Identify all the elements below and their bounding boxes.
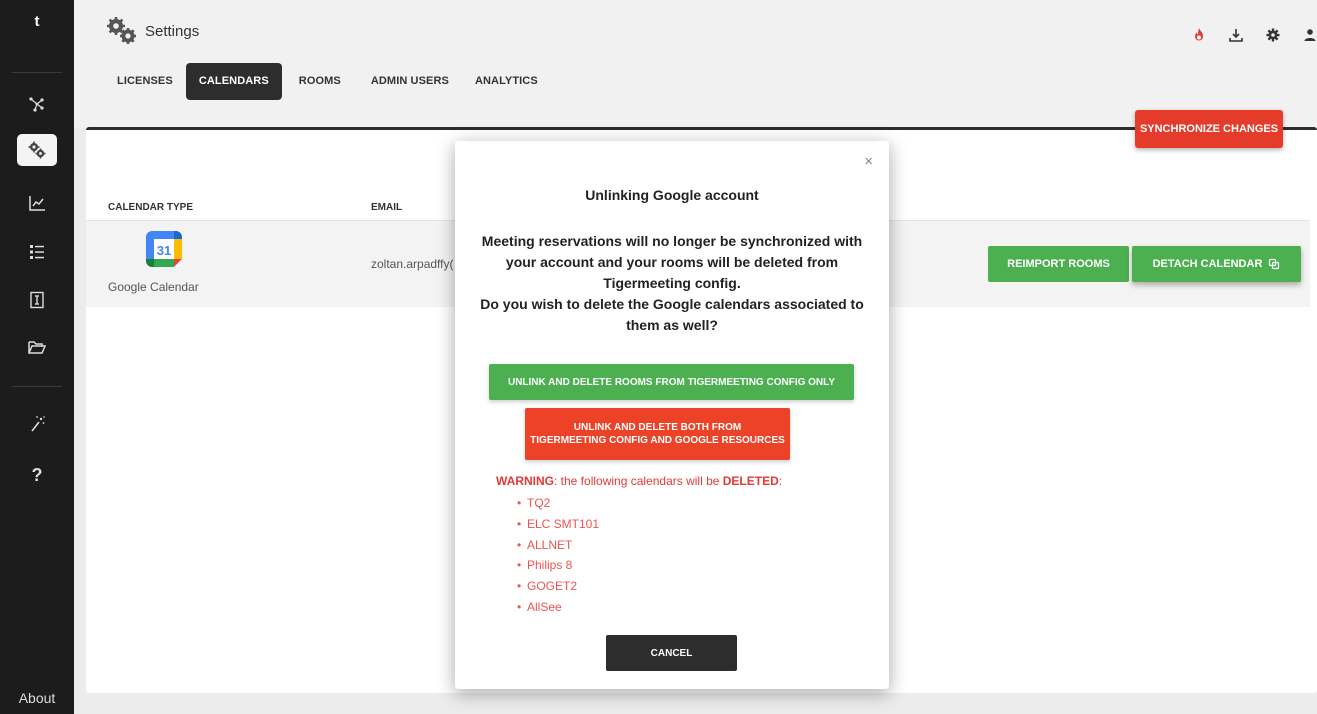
fire-icon	[1194, 28, 1203, 41]
dialog-message: Meeting reservations will no longer be s…	[475, 231, 869, 336]
list-item: ALLNET	[517, 535, 599, 556]
deletion-warning: WARNING: the following calendars will be…	[496, 474, 782, 488]
sidebar-item-wizard[interactable]	[17, 408, 57, 440]
synchronize-changes-button[interactable]: SYNCHRONIZE CHANGES	[1135, 110, 1283, 148]
calendar-day-number: 31	[157, 243, 171, 258]
tab-calendars[interactable]: CALENDARS	[185, 63, 282, 100]
document-icon	[30, 291, 44, 309]
dialog-message-line: Meeting reservations will no longer be s…	[481, 233, 863, 291]
download-icon	[1228, 29, 1243, 42]
svg-text:?: ?	[32, 465, 43, 484]
warning-prefix: WARNING	[496, 474, 554, 488]
unlink-delete-both-button[interactable]: UNLINK AND DELETE BOTH FROM TIGERMEETING…	[525, 408, 790, 460]
sidebar: t ? About	[0, 0, 74, 714]
tab-rooms[interactable]: ROOMS	[286, 63, 354, 100]
sidebar-item-analytics[interactable]	[17, 187, 57, 219]
dialog-message-question: Do you wish to delete the Google calenda…	[480, 296, 864, 333]
calendars-to-delete-list: TQ2 ELC SMT101 ALLNET Philips 8 GOGET2 A…	[517, 493, 599, 618]
user-button[interactable]	[1291, 24, 1317, 46]
sidebar-item-folder[interactable]	[17, 331, 57, 363]
help-icon: ?	[32, 465, 43, 484]
list-item: ELC SMT101	[517, 514, 599, 535]
unlink-both-label-line2: TIGERMEETING CONFIG AND GOOGLE RESOURCES	[530, 435, 785, 446]
column-header-calendar-type: CALENDAR TYPE	[108, 202, 194, 213]
detach-calendar-button[interactable]: DETACH CALENDAR	[1132, 246, 1301, 282]
settings-gears-icon	[107, 17, 136, 44]
unlink-account-dialog: × Unlinking Google account Meeting reser…	[455, 141, 889, 689]
folder-icon	[28, 341, 47, 354]
google-calendar-logo: 31	[146, 231, 182, 267]
download-button[interactable]	[1217, 24, 1254, 46]
settings-tabs: LICENSES CALENDARS ROOMS ADMIN USERS ANA…	[104, 63, 551, 100]
list-icon	[30, 245, 44, 259]
list-item: TQ2	[517, 493, 599, 514]
list-item: AllSee	[517, 597, 599, 618]
list-item: GOGET2	[517, 576, 599, 597]
column-header-email: EMAIL	[371, 202, 403, 213]
detach-calendar-label: DETACH CALENDAR	[1152, 258, 1263, 270]
close-icon[interactable]: ×	[864, 153, 873, 170]
gears-icon	[28, 141, 46, 159]
calendar-email: zoltan.arpadffy(	[371, 257, 454, 271]
unlink-config-only-button[interactable]: UNLINK AND DELETE ROOMS FROM TIGERMEETIN…	[489, 364, 854, 400]
tab-analytics[interactable]: ANALYTICS	[462, 63, 551, 100]
calendar-type-label: Google Calendar	[108, 280, 199, 294]
sidebar-item-network[interactable]	[17, 88, 57, 120]
chart-icon	[29, 196, 45, 211]
sidebar-divider	[12, 386, 62, 387]
settings-button[interactable]	[1254, 24, 1291, 46]
sidebar-item-list[interactable]	[17, 236, 57, 268]
reimport-rooms-button[interactable]: REIMPORT ROOMS	[988, 246, 1129, 282]
tab-admin-users[interactable]: ADMIN USERS	[358, 63, 462, 100]
sidebar-item-settings[interactable]	[17, 134, 57, 166]
sidebar-item-document[interactable]	[17, 284, 57, 316]
app-logo[interactable]: t	[0, 0, 74, 44]
user-icon	[1304, 29, 1315, 41]
tab-licenses[interactable]: LICENSES	[104, 63, 186, 100]
warning-suffix: :	[778, 474, 783, 488]
network-icon	[29, 97, 44, 112]
list-item: Philips 8	[517, 555, 599, 576]
dialog-title: Unlinking Google account	[585, 187, 759, 203]
page-title: Settings	[145, 23, 200, 40]
detach-icon	[1269, 258, 1280, 270]
header-actions	[1180, 24, 1317, 46]
warning-deleted: DELETED	[722, 474, 779, 488]
fire-button[interactable]	[1180, 24, 1217, 46]
reimport-rooms-label: REIMPORT ROOMS	[1007, 258, 1110, 270]
warning-text: : the following calendars will be	[554, 474, 723, 488]
unlink-both-label-line1: UNLINK AND DELETE BOTH FROM	[573, 422, 742, 433]
sidebar-divider	[12, 72, 62, 73]
about-link[interactable]: About	[0, 690, 74, 706]
gear-icon	[1266, 28, 1279, 42]
sidebar-item-help[interactable]: ?	[17, 458, 57, 490]
cancel-button[interactable]: CANCEL	[606, 635, 737, 671]
magic-wand-icon	[31, 416, 45, 432]
